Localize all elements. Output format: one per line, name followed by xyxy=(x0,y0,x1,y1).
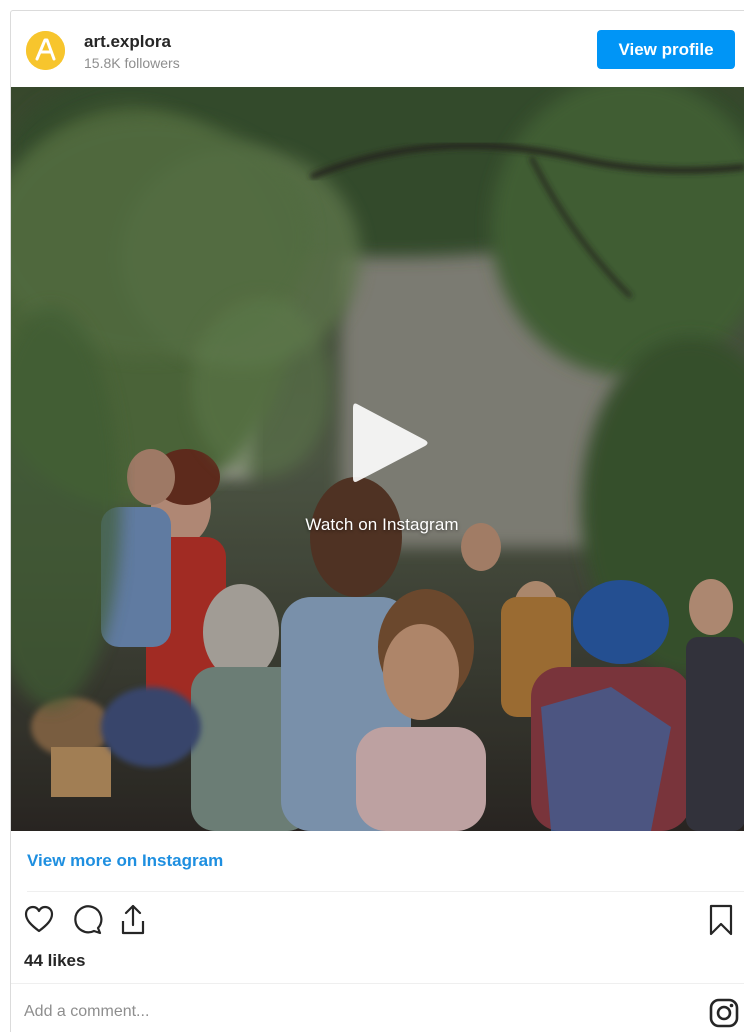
username[interactable]: art.explora xyxy=(84,32,171,52)
likes-count[interactable]: 44 likes xyxy=(24,951,85,971)
comment-icon[interactable] xyxy=(71,903,103,937)
heart-icon[interactable] xyxy=(23,903,55,937)
view-profile-button[interactable]: View profile xyxy=(597,30,735,69)
video-thumbnail[interactable]: Watch on Instagram xyxy=(11,87,744,831)
watch-on-instagram-label[interactable]: Watch on Instagram xyxy=(11,515,744,535)
instagram-icon[interactable] xyxy=(708,997,740,1029)
divider xyxy=(27,891,744,892)
view-more-link[interactable]: View more on Instagram xyxy=(27,851,223,871)
divider xyxy=(11,983,744,984)
post-header: art.explora 15.8K followers View profile xyxy=(11,11,744,87)
instagram-embed-card: art.explora 15.8K followers View profile xyxy=(10,10,744,1032)
action-bar xyxy=(11,903,744,943)
avatar-logo-icon xyxy=(26,31,65,70)
avatar[interactable] xyxy=(26,31,65,70)
bookmark-icon[interactable] xyxy=(705,903,737,937)
play-icon[interactable] xyxy=(343,398,433,488)
followers-count: 15.8K followers xyxy=(84,55,180,71)
comment-input[interactable]: Add a comment... xyxy=(24,1003,149,1021)
share-icon[interactable] xyxy=(117,903,149,937)
